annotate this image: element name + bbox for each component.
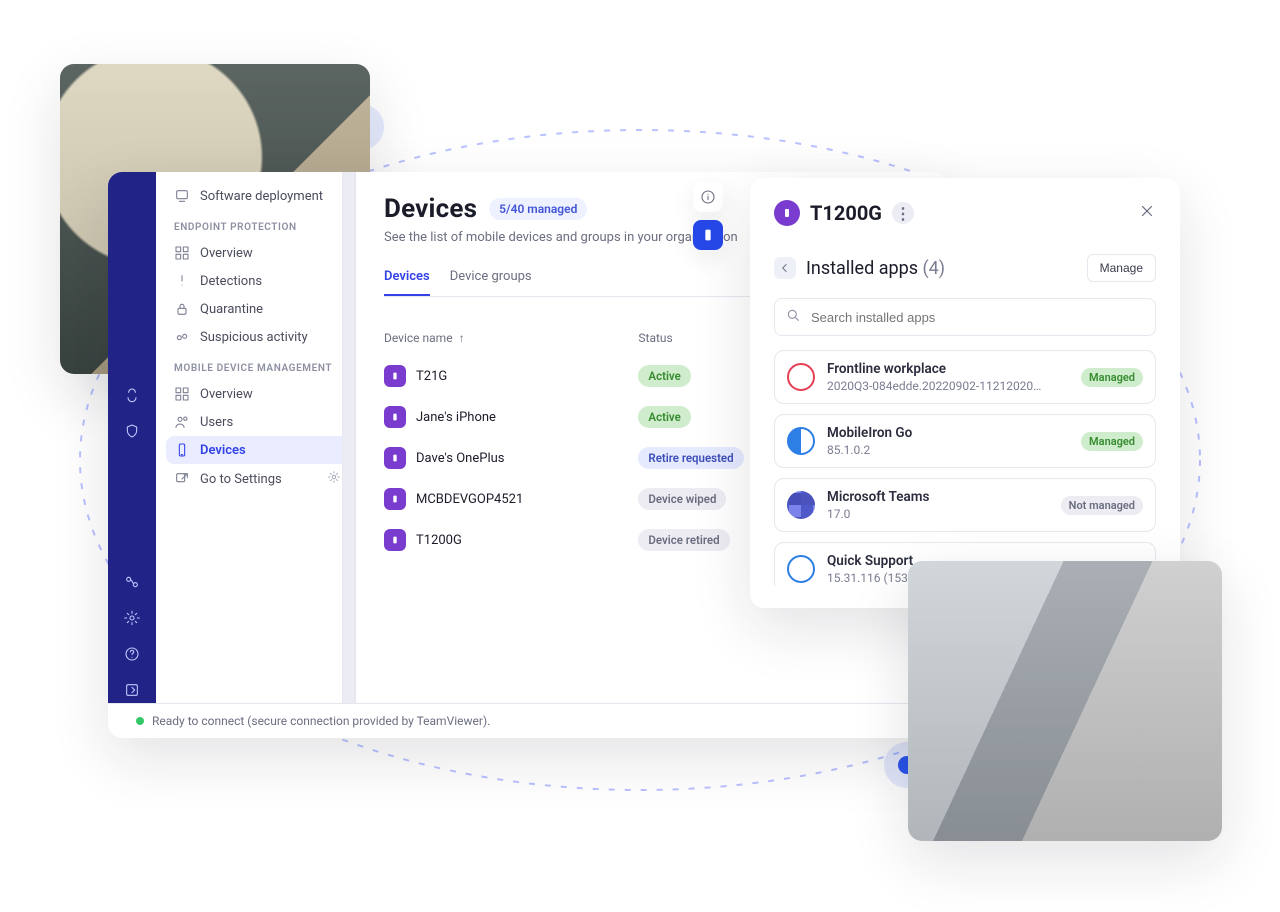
- dashboard-icon: [174, 386, 190, 402]
- manage-button[interactable]: Manage: [1087, 254, 1156, 282]
- rail-item-connect[interactable]: [119, 382, 145, 408]
- sidebar-item-suspicious[interactable]: Suspicious activity: [166, 323, 349, 351]
- tab-devices[interactable]: Devices: [384, 259, 430, 296]
- device-name: T1200G: [416, 533, 462, 548]
- sort-asc-icon: ↑: [459, 331, 465, 345]
- device-name: MCBDEVGOP4521: [416, 492, 523, 507]
- device-row-icon: [384, 529, 406, 551]
- sidebar-item-overview[interactable]: Overview: [166, 239, 349, 267]
- tab-device-groups[interactable]: Device groups: [450, 259, 532, 296]
- external-icon: [174, 471, 190, 487]
- managed-count-chip: 5/40 managed: [489, 198, 587, 220]
- nav-rail: [108, 172, 156, 703]
- sidebar-label: Go to Settings: [200, 472, 282, 487]
- device-name: T21G: [416, 369, 447, 384]
- search-box[interactable]: [774, 298, 1156, 336]
- search-icon: [785, 307, 801, 327]
- close-icon[interactable]: [1138, 202, 1156, 224]
- col-device-name[interactable]: Device name ↑: [384, 331, 628, 345]
- sidebar-label: Suspicious activity: [200, 330, 308, 345]
- sidebar-header-mdm: MOBILE DEVICE MANAGEMENT: [174, 363, 341, 374]
- sidebar-header-endpoint: ENDPOINT PROTECTION: [174, 222, 341, 233]
- alert-icon: [174, 329, 190, 345]
- app-state-badge: Not managed: [1061, 496, 1143, 515]
- online-dot-icon: [136, 717, 144, 725]
- phone-icon: [174, 442, 190, 458]
- status-badge: Device retired: [638, 529, 729, 551]
- app-row[interactable]: MobileIron Go 85.1.0.2 Managed: [774, 414, 1156, 468]
- sidebar-item-users[interactable]: Users: [166, 408, 349, 436]
- users-icon: [174, 414, 190, 430]
- page-title: Devices: [384, 194, 477, 224]
- app-version: 2020Q3-084edde.20220902-112120203UAAI...: [827, 379, 1047, 393]
- detections-icon: [174, 273, 190, 289]
- settings-icon: [327, 470, 341, 488]
- sidebar-item-devices[interactable]: Devices: [166, 436, 349, 464]
- sidebar-item-quarantine[interactable]: Quarantine: [166, 295, 349, 323]
- lock-icon: [174, 301, 190, 317]
- sidebar-label: Software deployment: [200, 189, 323, 204]
- rail-item-remote[interactable]: [119, 569, 145, 595]
- sidebar-item-settings[interactable]: Go to Settings: [166, 464, 349, 494]
- sidebar-item-mdm-overview[interactable]: Overview: [166, 380, 349, 408]
- device-row-icon: [384, 447, 406, 469]
- sidebar-label: Overview: [200, 387, 253, 402]
- back-icon[interactable]: [774, 257, 796, 279]
- rail-item-help[interactable]: [119, 641, 145, 667]
- app-icon: [787, 363, 815, 391]
- rail-item-shield[interactable]: [119, 418, 145, 444]
- app-row[interactable]: Frontline workplace 2020Q3-084edde.20220…: [774, 350, 1156, 404]
- sidebar: Software deployment ENDPOINT PROTECTION …: [156, 172, 356, 703]
- sidebar-label: Quarantine: [200, 302, 263, 317]
- sidebar-label: Users: [200, 415, 233, 430]
- status-text: Ready to connect (secure connection prov…: [152, 714, 490, 728]
- status-badge: Active: [638, 406, 690, 428]
- sidebar-label: Overview: [200, 246, 253, 261]
- sidebar-item-detections[interactable]: Detections: [166, 267, 349, 295]
- installed-apps-list: Frontline workplace 2020Q3-084edde.20220…: [774, 350, 1156, 586]
- device-name: Dave's OnePlus: [416, 451, 504, 466]
- sidebar-label: Devices: [200, 443, 246, 458]
- sidebar-label: Detections: [200, 274, 262, 289]
- device-row-icon: [384, 406, 406, 428]
- device-row-icon: [384, 365, 406, 387]
- app-state-badge: Managed: [1081, 368, 1143, 387]
- app-name: Microsoft Teams: [827, 489, 929, 505]
- status-badge: Device wiped: [638, 488, 726, 510]
- app-name: Frontline workplace: [827, 361, 1047, 377]
- deploy-icon: [174, 188, 190, 204]
- panel-subtitle: Installed apps (4): [806, 258, 945, 279]
- device-name: Jane's iPhone: [416, 410, 496, 425]
- status-badge: Active: [638, 365, 690, 387]
- dashboard-icon: [174, 245, 190, 261]
- photo-bottom: [908, 561, 1222, 841]
- app-version: 85.1.0.2: [827, 443, 912, 457]
- app-row[interactable]: Microsoft Teams 17.0 Not managed: [774, 478, 1156, 532]
- brand-chip[interactable]: [693, 220, 723, 250]
- rail-item-expand[interactable]: [119, 677, 145, 703]
- app-icon: [787, 427, 815, 455]
- search-input[interactable]: [809, 309, 1145, 326]
- panel-title: T1200G: [810, 201, 882, 225]
- app-icon: [787, 491, 815, 519]
- app-state-badge: Managed: [1081, 432, 1143, 451]
- device-chip-icon: [774, 200, 800, 226]
- app-icon: [787, 555, 815, 583]
- info-chip[interactable]: [693, 182, 723, 212]
- app-version: 17.0: [827, 507, 929, 521]
- status-badge: Retire requested: [638, 447, 743, 469]
- device-row-icon: [384, 488, 406, 510]
- statusbar: Ready to connect (secure connection prov…: [108, 703, 948, 738]
- panel-kebab[interactable]: ⋮: [892, 202, 914, 224]
- rail-item-settings[interactable]: [119, 605, 145, 631]
- device-panel: T1200G ⋮ Installed apps (4) Manage Front…: [750, 178, 1180, 608]
- sidebar-item-software-deployment[interactable]: Software deployment: [166, 182, 349, 210]
- app-name: MobileIron Go: [827, 425, 912, 441]
